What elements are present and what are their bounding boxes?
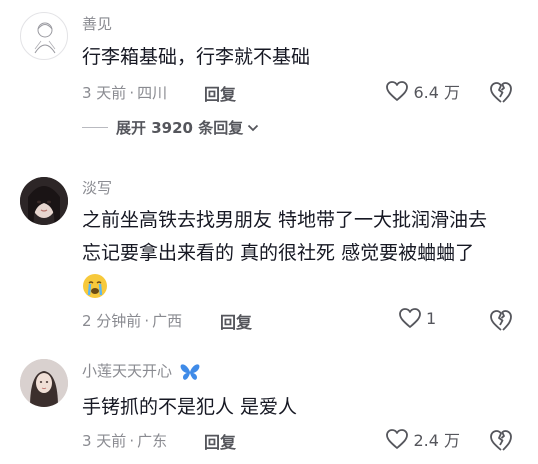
broken-heart-icon[interactable] xyxy=(488,307,514,333)
username-label: 小莲天天开心 xyxy=(82,362,173,380)
sketch-avatar-icon xyxy=(34,22,56,54)
broken-heart-icon[interactable] xyxy=(488,79,514,105)
like-button[interactable]: 2.4 万 xyxy=(385,427,460,451)
heart-icon xyxy=(386,81,409,101)
comment-meta: 3 天前 · 广东 xyxy=(82,430,167,451)
heart-icon xyxy=(386,429,409,449)
separator: · xyxy=(129,431,135,450)
comment-username[interactable]: 善见 xyxy=(82,13,112,34)
comment-location: 四川 xyxy=(137,84,168,102)
reply-button[interactable]: 回复 xyxy=(204,81,236,105)
comment-meta: 2 分钟前 · 广西 xyxy=(82,310,182,331)
separator: · xyxy=(129,83,135,102)
crying-face-emoji-icon xyxy=(83,274,107,298)
comment-location: 广西 xyxy=(152,312,183,330)
photo-avatar-icon xyxy=(20,177,68,225)
comment-item: 善见 行李箱基础，行李就不基础 3 天前 · 四川 回复 6.4 万 展开 39… xyxy=(0,0,538,150)
comment-item: 淡写 之前坐高铁去找男朋友 特地带了一大批润滑油去 忘记要拿出来看的 真的很社死… xyxy=(0,150,538,350)
comment-time: 3 天前 xyxy=(82,432,127,450)
reply-button[interactable]: 回复 xyxy=(204,429,236,453)
chevron-down-icon xyxy=(248,124,259,131)
comment-text: 手铐抓的不是犯人 是爱人 xyxy=(82,396,298,418)
like-count: 6.4 万 xyxy=(413,83,460,102)
expand-replies-button[interactable]: 展开 3920 条回复 xyxy=(82,117,259,138)
photo-avatar-icon xyxy=(20,359,68,407)
comment-text: 行李箱基础，行李就不基础 xyxy=(82,46,311,68)
broken-heart-icon[interactable] xyxy=(488,427,514,453)
expand-replies-label: 展开 3920 条回复 xyxy=(116,119,244,137)
butterfly-icon xyxy=(180,363,200,380)
comment-item: 小莲天天开心 手铐抓的不是犯人 是爱人 3 天前 · 广东 回复 2.4 万 xyxy=(0,350,538,464)
like-button[interactable]: 6.4 万 xyxy=(385,79,460,103)
like-button[interactable]: 1 xyxy=(398,307,460,329)
like-count: 1 xyxy=(426,308,437,328)
comment-location: 广东 xyxy=(137,432,168,450)
comment-meta: 3 天前 · 四川 xyxy=(82,82,167,103)
heart-icon xyxy=(399,308,421,328)
separator: · xyxy=(144,311,150,330)
reply-button[interactable]: 回复 xyxy=(220,309,252,333)
avatar[interactable] xyxy=(20,177,68,225)
avatar[interactable] xyxy=(20,12,68,60)
comment-username[interactable]: 小莲天天开心 xyxy=(82,360,200,381)
like-count: 2.4 万 xyxy=(413,431,460,450)
comment-text-line: 忘记要拿出来看的 真的很社死 感觉要被蛐蛐了 xyxy=(82,242,475,264)
comment-text-line: 之前坐高铁去找男朋友 特地带了一大批润滑油去 xyxy=(82,209,488,231)
avatar[interactable] xyxy=(20,359,68,407)
comment-username[interactable]: 淡写 xyxy=(82,177,112,198)
divider-line xyxy=(82,127,108,128)
comment-time: 3 天前 xyxy=(82,84,127,102)
comment-time: 2 分钟前 xyxy=(82,312,142,330)
